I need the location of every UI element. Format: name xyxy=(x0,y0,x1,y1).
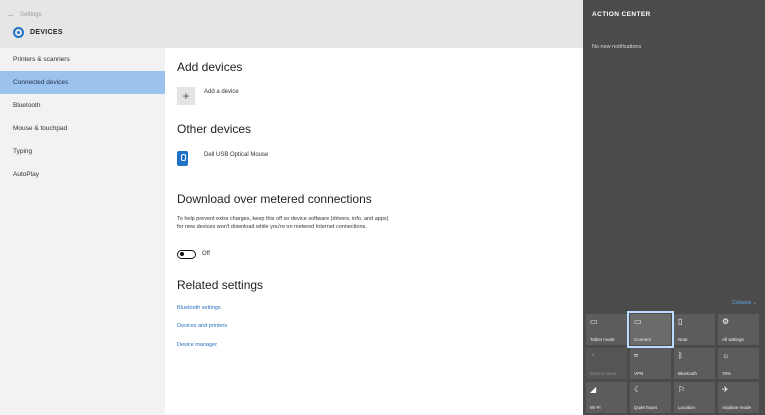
note-icon: ▯ xyxy=(678,317,683,326)
action-center-title: ACTION CENTER xyxy=(592,11,651,18)
add-devices-heading: Add devices xyxy=(177,60,243,74)
back-nav[interactable]: ← Settings xyxy=(7,10,42,19)
wifi-icon: ◢ xyxy=(590,385,597,394)
quick-action-airplane-mode[interactable]: ✈ Airplane mode xyxy=(718,382,759,413)
quick-action-vpn[interactable]: ≈ VPN xyxy=(630,348,671,379)
quick-action-label: 75% xyxy=(722,371,732,376)
notifications-status: No new notifications xyxy=(592,44,642,50)
title-bar: ← Settings DEVICES xyxy=(0,0,583,48)
page-title: DEVICES xyxy=(30,29,63,36)
metered-heading: Download over metered connections xyxy=(177,192,372,206)
device-manager-link[interactable]: Device manager xyxy=(177,342,217,348)
quick-action-bluetooth[interactable]: ᛒ Bluetooth xyxy=(674,348,715,379)
metered-toggle-state: Off xyxy=(202,251,210,257)
quick-action-label: Quiet hours xyxy=(634,405,658,410)
collapse-label: Collapse xyxy=(731,300,752,306)
quick-action-label: Bluetooth xyxy=(678,371,698,376)
sidebar-item-mouse-touchpad[interactable]: Mouse & touchpad xyxy=(0,117,165,140)
sidebar-item-autoplay[interactable]: AutoPlay xyxy=(0,163,165,186)
mouse-icon xyxy=(177,151,188,166)
page-header: DEVICES xyxy=(13,27,63,38)
quick-action-location[interactable]: ⚐ Location xyxy=(674,382,715,413)
quick-action-label: All settings xyxy=(722,337,744,342)
gear-icon xyxy=(13,27,24,38)
quick-action-label: Location xyxy=(678,405,696,410)
device-list-item[interactable]: Dell USB Optical Mouse xyxy=(204,152,268,158)
back-label: Settings xyxy=(20,11,42,18)
metered-toggle[interactable] xyxy=(177,250,196,259)
quick-actions-grid: ▭ Tablet mode ▭ Connect ▯ Note ⚙ All settings ◔ B… xyxy=(586,311,762,413)
airplane-icon: ✈ xyxy=(722,385,729,394)
sidebar: Printers & scanners Connected devices Bl… xyxy=(0,48,165,415)
sidebar-item-connected-devices[interactable]: Connected devices xyxy=(0,71,165,94)
other-devices-heading: Other devices xyxy=(177,122,252,136)
quick-action-label: Connect xyxy=(634,337,651,342)
sidebar-item-bluetooth[interactable]: Bluetooth xyxy=(0,94,165,117)
collapse-button[interactable]: Collapse ⌄ xyxy=(732,300,757,306)
add-device-label[interactable]: Add a device xyxy=(204,89,239,95)
quick-action-all-settings[interactable]: ⚙ All settings xyxy=(718,314,759,345)
connect-icon: ▭ xyxy=(634,317,642,326)
settings-icon: ⚙ xyxy=(722,317,730,326)
quick-action-75[interactable]: ☼ 75% xyxy=(718,348,759,379)
vpn-icon: ≈ xyxy=(634,351,639,360)
tablet-mode-icon: ▭ xyxy=(590,317,598,326)
sidebar-item-typing[interactable]: Typing xyxy=(0,140,165,163)
quick-action-label: VPN xyxy=(634,371,644,376)
bluetooth-icon: ᛒ xyxy=(678,351,683,360)
quick-action-quiet-hours[interactable]: ☾ Quiet hours xyxy=(630,382,671,413)
chevron-down-icon: ⌄ xyxy=(752,300,757,306)
settings-window: ← Settings DEVICES Printers & scanners C… xyxy=(0,0,583,415)
main-content: Add devices + Add a device Other devices… xyxy=(177,48,577,415)
metered-description: To help prevent extra charges, keep this… xyxy=(177,216,389,230)
devices-printers-link[interactable]: Devices and printers xyxy=(177,323,227,329)
quick-action-label: Tablet mode xyxy=(590,337,615,342)
quick-action-wi-fi[interactable]: ◢ Wi-Fi xyxy=(586,382,627,413)
bluetooth-settings-link[interactable]: Bluetooth settings xyxy=(177,305,221,311)
brightness-icon: ☼ xyxy=(722,351,730,360)
quick-action-label: Note xyxy=(678,337,688,342)
sidebar-item-printers-scanners[interactable]: Printers & scanners xyxy=(0,48,165,71)
quick-action-note[interactable]: ▯ Note xyxy=(674,314,715,345)
quick-action-connect[interactable]: ▭ Connect xyxy=(627,311,674,348)
location-icon: ⚐ xyxy=(678,385,686,394)
quick-action-tablet-mode[interactable]: ▭ Tablet mode xyxy=(586,314,627,345)
quick-action-label: Wi-Fi xyxy=(590,405,601,410)
related-settings-heading: Related settings xyxy=(177,278,264,292)
battery-saver-icon: ◔ xyxy=(590,351,595,360)
add-device-button[interactable]: + xyxy=(177,87,195,105)
quiet-hours-icon: ☾ xyxy=(634,385,642,394)
quick-action-label: Airplane mode xyxy=(722,405,752,410)
back-arrow-icon[interactable]: ← xyxy=(7,10,15,19)
quick-action-label: Battery saver xyxy=(590,371,617,376)
quick-action-battery-saver[interactable]: ◔ Battery saver xyxy=(586,348,627,379)
action-center: ACTION CENTER No new notifications Colla… xyxy=(583,0,765,415)
